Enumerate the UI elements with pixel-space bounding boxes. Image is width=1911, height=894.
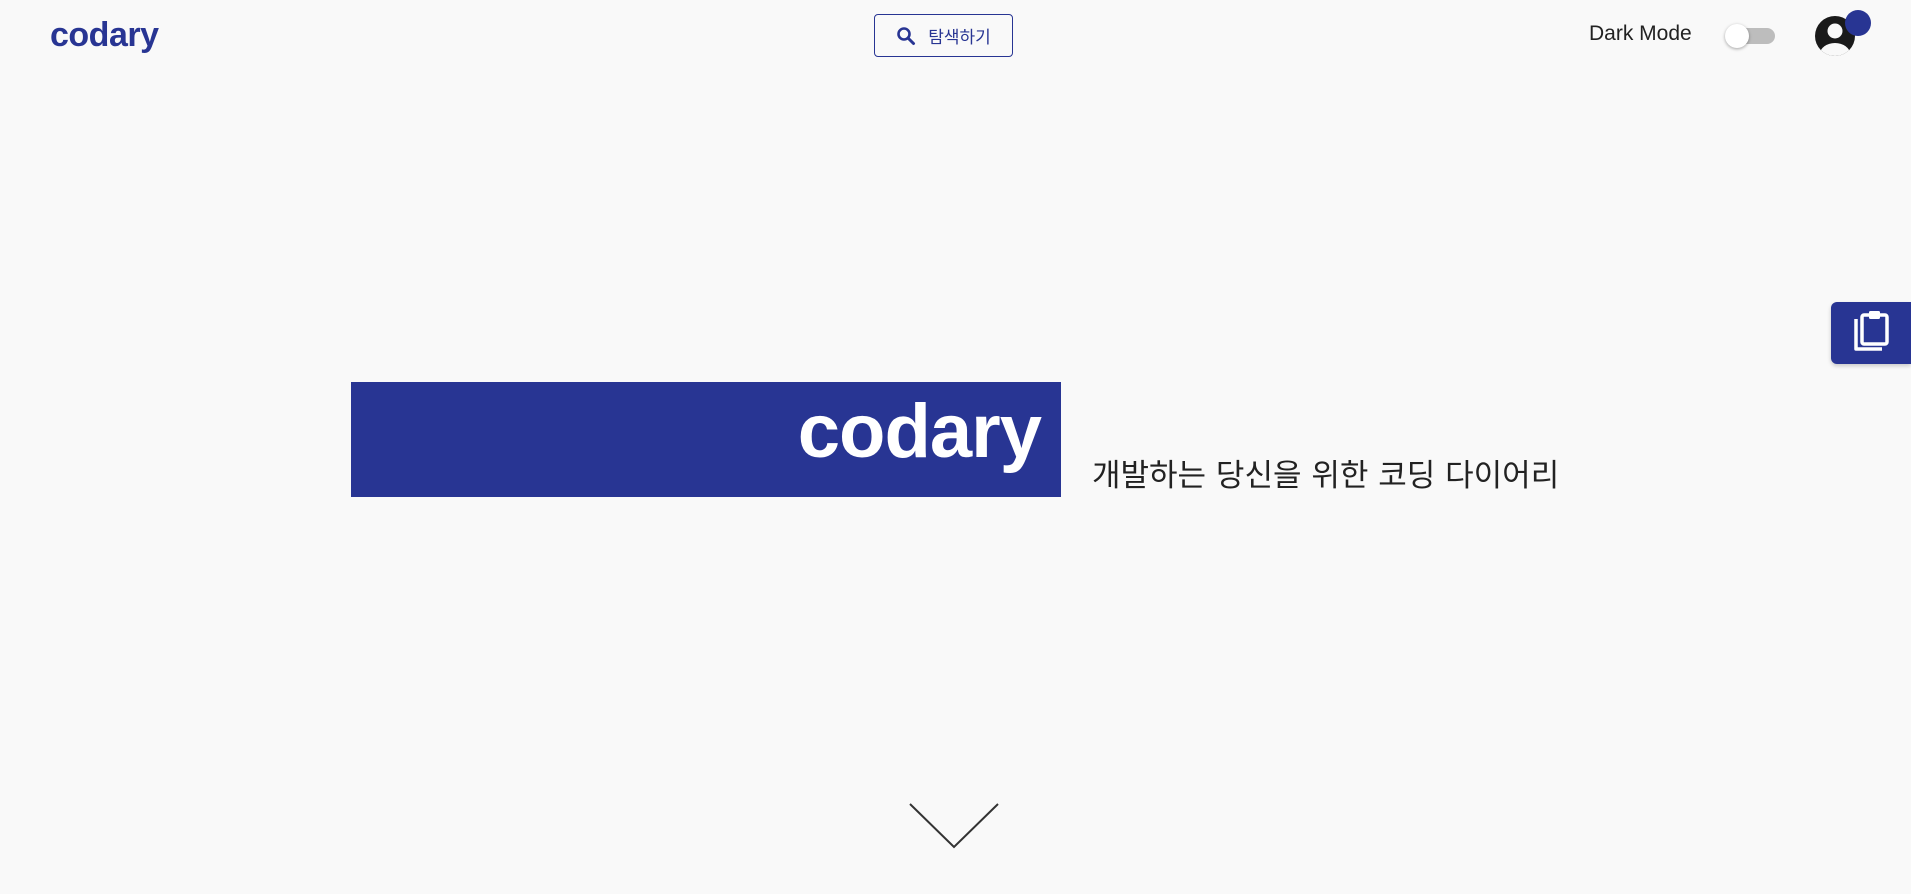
search-icon [896, 26, 916, 46]
dark-mode-label: Dark Mode [1589, 22, 1692, 45]
hero-banner: codary [351, 382, 1061, 497]
hero-title: codary [797, 389, 1042, 474]
hero-subtitle: 개발하는 당신을 위한 코딩 다이어리 [1092, 458, 1560, 494]
clipboard-button[interactable] [1831, 302, 1911, 364]
site-logo[interactable]: codary [50, 16, 159, 55]
chevron-down-icon[interactable] [907, 800, 1001, 852]
toggle-thumb [1725, 24, 1749, 48]
notification-dot [1845, 10, 1871, 36]
search-button[interactable]: 탐색하기 [874, 14, 1013, 57]
dark-mode-toggle[interactable] [1725, 24, 1775, 48]
landing-page: codary 탐색하기 Dark Mode codary 개발하는 당신을 위한… [0, 0, 1911, 894]
search-button-label: 탐색하기 [928, 28, 991, 48]
clipboard-icon [1851, 309, 1891, 357]
